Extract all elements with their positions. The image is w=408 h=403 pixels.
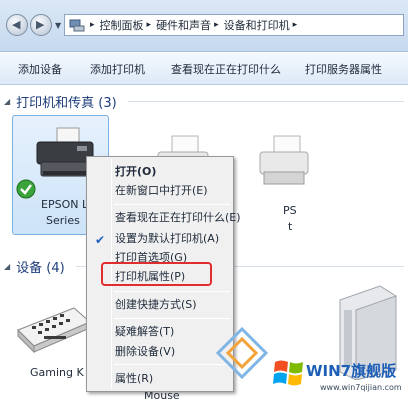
breadcrumb: ▸ 控制面板 ▸ 硬件和声音 ▸ 设备和打印机 ▸ [87, 17, 302, 33]
devices-group-header[interactable]: ◢ 设备 (4) [4, 257, 65, 276]
printer-properties-highlight [101, 262, 212, 286]
breadcrumb-arrow-icon: ▸ [146, 20, 152, 30]
breadcrumb-control-panel[interactable]: 控制面板 [100, 17, 144, 33]
menu-item-remove-device[interactable]: 删除设备(V) [115, 343, 175, 361]
menu-separator [114, 318, 230, 319]
collapse-triangle-icon[interactable]: ◢ [4, 97, 10, 106]
printers-group-title: 打印机和传真 (3) [16, 96, 117, 111]
devices-folder-icon [69, 19, 85, 32]
printers-group-header[interactable]: ◢ 打印机和传真 (3) [4, 92, 117, 111]
see-whats-printing-button[interactable]: 查看现在正在打印什么 [153, 61, 289, 77]
collapse-triangle-icon[interactable]: ◢ [4, 262, 10, 271]
command-toolbar: 添加设备 添加打印机 查看现在正在打印什么 打印服务器属性 [0, 53, 408, 85]
epson-label-line2: Series [46, 214, 80, 227]
menu-separator [114, 364, 230, 365]
menu-item-create-shortcut[interactable]: 创建快捷方式(S) [115, 296, 197, 314]
menu-separator [114, 291, 230, 292]
breadcrumb-hardware-sound[interactable]: 硬件和声音 [156, 17, 211, 33]
menu-item-set-default-printer[interactable]: 设置为默认打印机(A) [115, 230, 219, 248]
address-box[interactable]: ▸ 控制面板 ▸ 硬件和声音 ▸ 设备和打印机 ▸ [64, 14, 404, 36]
breadcrumb-arrow-icon: ▸ [90, 20, 95, 30]
gaming-keyboard-label: Gaming K [30, 366, 84, 379]
fax-printer-label-line2: t [288, 220, 293, 233]
menu-item-open[interactable]: 打开(O) [115, 163, 156, 181]
print-server-properties-button[interactable]: 打印服务器属性 [289, 61, 390, 77]
keyboard-icon [17, 307, 91, 354]
address-bar-area: ◀ ▶ ▼ ▸ 控制面板 ▸ 硬件和声音 ▸ 设备和打印机 ▸ [0, 0, 408, 52]
add-device-button[interactable]: 添加设备 [0, 61, 70, 77]
windows-flag-icon [273, 360, 303, 386]
default-printer-check-icon [16, 179, 36, 199]
group-divider [128, 101, 404, 102]
back-arrow-icon: ◀ [12, 18, 21, 31]
watermark-logo-icon [215, 326, 269, 380]
back-button[interactable]: ◀ [6, 14, 28, 36]
fax-printer-label: PS [283, 204, 297, 217]
watermark-title: WIN7旗舰版 [306, 362, 397, 380]
forward-arrow-icon: ▶ [36, 18, 45, 31]
recent-pages-dropdown-icon[interactable]: ▼ [55, 21, 61, 30]
devices-group-title: 设备 (4) [16, 261, 65, 276]
menu-item-see-whats-printing[interactable]: 查看现在正在打印什么(E) [115, 209, 241, 227]
checkmark-icon: ✔ [95, 233, 106, 247]
breadcrumb-arrow-icon: ▸ [292, 20, 298, 30]
add-printer-button[interactable]: 添加打印机 [70, 61, 153, 77]
menu-item-open-new-window[interactable]: 在新窗口中打开(E) [115, 182, 208, 200]
printer-icon [259, 135, 309, 185]
forward-button[interactable]: ▶ [30, 14, 52, 36]
menu-separator [114, 204, 230, 205]
breadcrumb-devices-printers[interactable]: 设备和打印机 [224, 17, 290, 33]
menu-item-troubleshoot[interactable]: 疑难解答(T) [115, 323, 174, 341]
breadcrumb-arrow-icon: ▸ [214, 20, 219, 30]
watermark-url: www.win7qijian.com [320, 383, 402, 392]
menu-item-properties[interactable]: 属性(R) [115, 370, 153, 388]
